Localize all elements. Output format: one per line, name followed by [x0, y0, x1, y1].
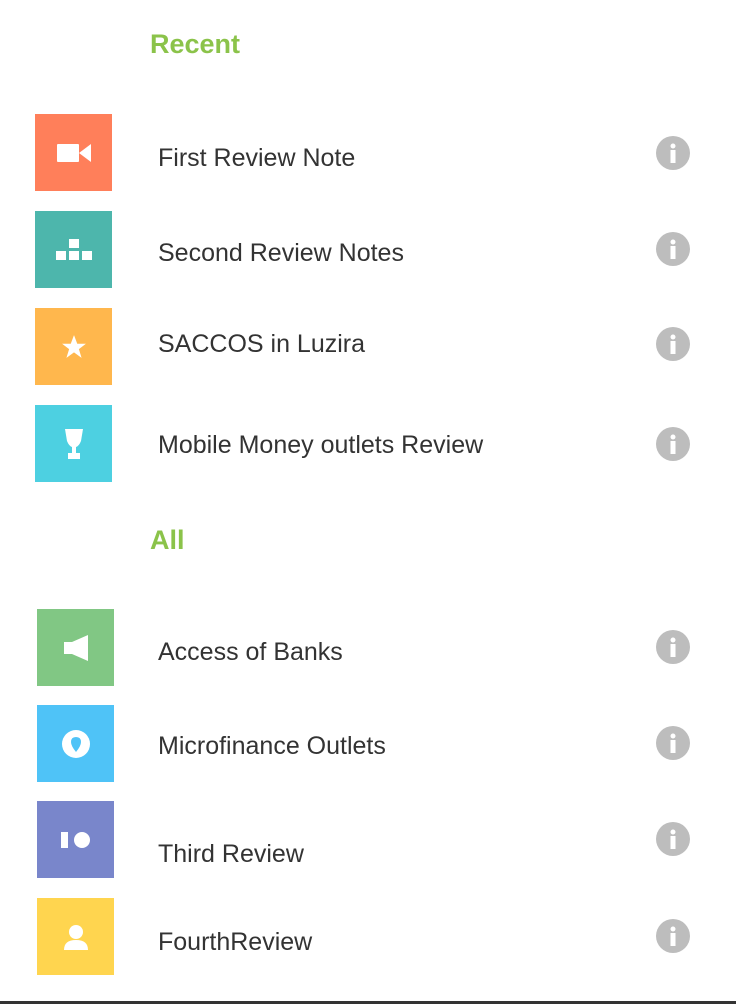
list-item-label: Third Review — [158, 840, 304, 868]
toggle-icon — [60, 831, 90, 848]
list-item-label: Access of Banks — [158, 638, 343, 666]
video-camera-icon — [56, 143, 91, 162]
info-icon[interactable] — [656, 232, 690, 266]
list-item-access-of-banks[interactable]: Access of Banks — [0, 609, 736, 687]
list-item-microfinance-outlets[interactable]: Microfinance Outlets — [0, 705, 736, 783]
list-item-first-review-note[interactable]: First Review Note — [0, 114, 736, 192]
toggle-icon-tile — [37, 801, 114, 878]
blocks-icon — [55, 238, 92, 260]
list-item-label: SACCOS in Luzira — [158, 330, 366, 358]
info-icon[interactable] — [656, 427, 690, 461]
list-item-third-review[interactable]: Third Review — [0, 801, 736, 879]
list-item-second-review-notes[interactable]: Second Review Notes — [0, 211, 736, 289]
info-icon[interactable] — [656, 919, 690, 953]
list-item-label: Microfinance Outlets — [158, 732, 386, 760]
star-icon — [61, 334, 86, 358]
map-pin-icon-tile — [37, 705, 114, 782]
megaphone-icon — [63, 634, 88, 661]
list-item-label: Mobile Money outlets Review — [158, 431, 484, 459]
blocks-icon-tile — [35, 211, 112, 288]
video-camera-icon-tile — [35, 114, 112, 191]
person-icon — [63, 924, 88, 950]
list-item-label: Second Review Notes — [158, 239, 404, 267]
info-icon[interactable] — [656, 630, 690, 664]
star-icon-tile — [35, 308, 112, 385]
trophy-icon — [64, 428, 83, 459]
info-icon[interactable] — [656, 136, 690, 170]
person-icon-tile — [37, 898, 114, 975]
info-icon[interactable] — [656, 726, 690, 760]
megaphone-icon-tile — [37, 609, 114, 686]
map-pin-icon — [61, 729, 90, 758]
list-item-fourthreview[interactable]: FourthReview — [0, 898, 736, 976]
info-icon[interactable] — [656, 822, 690, 856]
list-item-label: First Review Note — [158, 144, 356, 172]
info-icon[interactable] — [656, 327, 690, 361]
list-item-label: FourthReview — [158, 928, 313, 956]
list-item-saccos-in-luzira[interactable]: SACCOS in Luzira — [0, 308, 736, 386]
all-section-header: All — [150, 525, 185, 555]
list-item-mobile-money-outlets-review[interactable]: Mobile Money outlets Review — [0, 405, 736, 483]
recent-section-header: Recent — [150, 29, 241, 59]
trophy-icon-tile — [35, 405, 112, 482]
